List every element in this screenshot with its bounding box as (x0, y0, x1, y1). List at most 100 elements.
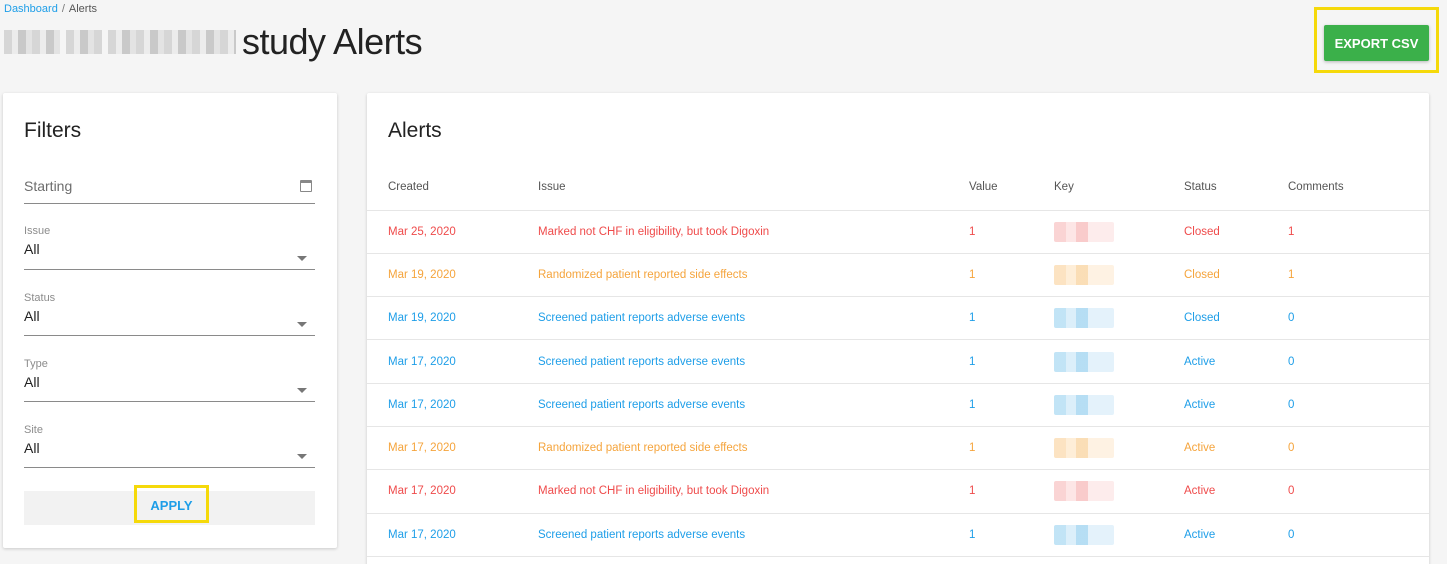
redacted-key (1054, 524, 1114, 545)
redacted-key (1054, 351, 1114, 372)
created-cell: Mar 17, 2020 (367, 426, 538, 471)
redacted-key (1054, 481, 1114, 502)
issue-cell: Randomized patient reported side effects (538, 426, 969, 471)
value-cell: 1 (969, 296, 1054, 341)
breadcrumb: Dashboard / Alerts (4, 3, 97, 15)
status-select[interactable]: Status All (24, 292, 315, 336)
column-header-value[interactable]: Value (969, 165, 1054, 211)
redacted-key (1054, 308, 1114, 329)
column-header-issue[interactable]: Issue (538, 165, 969, 211)
chevron-down-icon (297, 256, 307, 261)
export-csv-button[interactable]: EXPORT CSV (1324, 25, 1429, 61)
redacted-key (1054, 221, 1114, 242)
chevron-down-icon (297, 454, 307, 459)
type-label: Type (24, 358, 48, 370)
redacted-study-name (4, 30, 60, 54)
issue-label: Issue (24, 225, 51, 237)
value-cell: 1 (969, 513, 1054, 557)
table-row[interactable]: Mar 19, 2020 Screened patient reports adv… (367, 296, 1429, 341)
comments-cell: 0 (1288, 383, 1429, 427)
issue-cell: Screened patient reports adverse events (538, 339, 969, 384)
issue-cell: Marked not CHF in eligibility, but took … (538, 469, 969, 514)
alerts-table-body: Mar 25, 2020 Marked not CHF in eligibilit… (367, 210, 1429, 557)
created-cell: Mar 25, 2020 (367, 210, 538, 254)
key-cell (1054, 426, 1184, 471)
value-cell: 1 (969, 383, 1054, 427)
status-cell: Active (1184, 339, 1288, 384)
table-header-row: Created Issue Value Key Status Comments (367, 165, 1429, 211)
breadcrumb-separator: / (61, 3, 65, 15)
created-cell: Mar 17, 2020 (367, 513, 538, 557)
issue-cell: Screened patient reports adverse events (538, 296, 969, 341)
issue-value: All (24, 241, 40, 257)
page-title: study Alerts (242, 21, 423, 62)
table-row[interactable]: Mar 17, 2020 Screened patient reports adv… (367, 513, 1429, 557)
alerts-title: Alerts (388, 119, 442, 142)
key-cell (1054, 513, 1184, 557)
breadcrumb-dashboard-link[interactable]: Dashboard (4, 3, 58, 15)
key-cell (1054, 210, 1184, 254)
alerts-panel: Alerts Created Issue Value Key Status Co… (367, 93, 1429, 564)
site-value: All (24, 440, 40, 456)
type-select[interactable]: Type All (24, 358, 315, 402)
starting-date-placeholder: Starting (24, 178, 73, 194)
comments-cell: 0 (1288, 469, 1429, 514)
status-cell: Closed (1184, 296, 1288, 341)
comments-cell: 1 (1288, 210, 1429, 254)
key-cell (1054, 469, 1184, 514)
issue-select[interactable]: Issue All (24, 225, 315, 270)
chevron-down-icon (297, 322, 307, 327)
page-header: study Alerts (4, 20, 423, 64)
comments-cell: 1 (1288, 253, 1429, 298)
column-header-status[interactable]: Status (1184, 165, 1288, 211)
table-row[interactable]: Mar 19, 2020 Randomized patient reported … (367, 253, 1429, 298)
value-cell: 1 (969, 469, 1054, 514)
alerts-table: Created Issue Value Key Status Comments … (367, 165, 1429, 557)
status-cell: Closed (1184, 253, 1288, 298)
key-cell (1054, 296, 1184, 341)
site-label: Site (24, 424, 43, 436)
key-cell (1054, 253, 1184, 298)
column-header-comments[interactable]: Comments (1288, 165, 1429, 211)
filters-panel: Filters Starting Issue All Status All Ty… (3, 93, 337, 548)
site-select[interactable]: Site All (24, 424, 315, 468)
redacted-key (1054, 438, 1114, 459)
redacted-study-name (66, 30, 102, 54)
value-cell: 1 (969, 426, 1054, 471)
comments-cell: 0 (1288, 426, 1429, 471)
key-cell (1054, 383, 1184, 427)
type-value: All (24, 374, 40, 390)
status-cell: Active (1184, 426, 1288, 471)
calendar-icon[interactable] (300, 180, 312, 192)
created-cell: Mar 19, 2020 (367, 253, 538, 298)
status-cell: Active (1184, 513, 1288, 557)
comments-cell: 0 (1288, 296, 1429, 341)
value-cell: 1 (969, 253, 1054, 298)
status-value: All (24, 308, 40, 324)
column-header-created[interactable]: Created (367, 165, 538, 211)
comments-cell: 0 (1288, 339, 1429, 384)
issue-cell: Randomized patient reported side effects (538, 253, 969, 298)
comments-cell: 0 (1288, 513, 1429, 557)
created-cell: Mar 19, 2020 (367, 296, 538, 341)
issue-cell: Marked not CHF in eligibility, but took … (538, 210, 969, 254)
table-row[interactable]: Mar 17, 2020 Randomized patient reported … (367, 426, 1429, 471)
table-row[interactable]: Mar 17, 2020 Screened patient reports adv… (367, 339, 1429, 384)
value-cell: 1 (969, 339, 1054, 384)
table-row[interactable]: Mar 25, 2020 Marked not CHF in eligibilit… (367, 210, 1429, 254)
table-row[interactable]: Mar 17, 2020 Screened patient reports adv… (367, 383, 1429, 427)
status-label: Status (24, 292, 56, 304)
status-cell: Active (1184, 383, 1288, 427)
column-header-key[interactable]: Key (1054, 165, 1184, 211)
redacted-key (1054, 264, 1114, 285)
status-cell: Active (1184, 469, 1288, 514)
issue-cell: Screened patient reports adverse events (538, 383, 969, 427)
apply-button[interactable]: APPLY (137, 490, 206, 520)
created-cell: Mar 17, 2020 (367, 339, 538, 384)
redacted-study-name (108, 30, 236, 54)
table-row[interactable]: Mar 17, 2020 Marked not CHF in eligibilit… (367, 469, 1429, 514)
starting-date-field[interactable]: Starting (24, 178, 315, 204)
chevron-down-icon (297, 388, 307, 393)
breadcrumb-current: Alerts (68, 3, 98, 15)
key-cell (1054, 339, 1184, 384)
